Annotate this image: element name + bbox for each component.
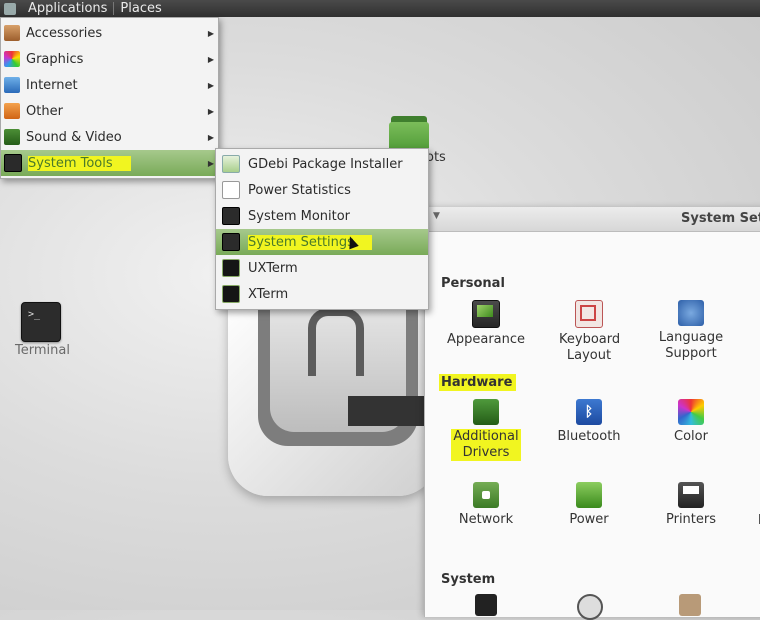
menu-item-power-statistics[interactable]: Power Statistics bbox=[216, 177, 428, 203]
network-icon bbox=[473, 482, 499, 508]
language-support-label: Language Support bbox=[658, 330, 724, 361]
menu-item-sound-video[interactable]: Sound & Video ▶ bbox=[1, 124, 218, 150]
section-personal: Personal bbox=[441, 276, 505, 291]
box-icon[interactable] bbox=[679, 594, 701, 616]
color-item[interactable]: Color bbox=[641, 399, 741, 445]
uxterm-icon bbox=[222, 259, 240, 277]
keyboard-layout-label: Keyboard Layout bbox=[559, 332, 621, 363]
appearance-icon bbox=[472, 300, 500, 328]
submenu-arrow-icon: ▶ bbox=[207, 158, 214, 168]
graphics-icon bbox=[4, 51, 20, 67]
folder-icon[interactable] bbox=[389, 112, 429, 152]
menu-item-label: XTerm bbox=[248, 286, 289, 302]
menu-item-label: Accessories bbox=[26, 25, 103, 41]
submenu-arrow-icon: ▶ bbox=[207, 54, 214, 64]
submenu-arrow-icon: ▶ bbox=[207, 132, 214, 142]
system-settings-window: ▼ System Set Personal Appearance Keyboar… bbox=[424, 207, 760, 620]
printers-item[interactable]: Printers bbox=[641, 482, 741, 528]
section-system: System bbox=[441, 572, 496, 587]
additional-drivers-item[interactable]: Additional Drivers bbox=[436, 399, 536, 461]
settings-body: Personal Appearance Keyboard Layout Lang… bbox=[425, 232, 760, 620]
clock-icon[interactable] bbox=[577, 594, 603, 620]
top-panel: Applications Places bbox=[0, 0, 760, 17]
color-icon bbox=[678, 399, 704, 425]
applications-menu: Accessories ▶ Graphics ▶ Internet ▶ Othe… bbox=[0, 17, 219, 179]
mint-logo bbox=[228, 296, 438, 496]
xterm-icon bbox=[222, 285, 240, 303]
keyboard-layout-item[interactable]: Keyboard Layout bbox=[539, 300, 639, 364]
submenu-arrow-icon: ▶ bbox=[207, 28, 214, 38]
applications-menu-icon[interactable] bbox=[4, 2, 16, 15]
printers-icon bbox=[678, 482, 704, 508]
network-label: Network bbox=[458, 512, 514, 527]
menu-item-graphics[interactable]: Graphics ▶ bbox=[1, 46, 218, 72]
menu-item-label: Power Statistics bbox=[248, 182, 351, 198]
places-menu-button[interactable]: Places bbox=[114, 1, 167, 16]
menu-item-uxterm[interactable]: UXTerm bbox=[216, 255, 428, 281]
power-icon bbox=[576, 482, 602, 508]
internet-icon bbox=[4, 77, 20, 93]
terminal-label[interactable]: Terminal bbox=[15, 343, 70, 358]
section-hardware: Hardware bbox=[439, 374, 517, 391]
menu-item-label: GDebi Package Installer bbox=[248, 156, 403, 172]
bluetooth-label: Bluetooth bbox=[557, 429, 621, 444]
system-monitor-icon bbox=[222, 207, 240, 225]
menu-item-label: System Monitor bbox=[248, 208, 351, 224]
power-statistics-icon bbox=[222, 181, 240, 199]
gdebi-icon bbox=[222, 155, 240, 173]
accessories-icon bbox=[4, 25, 20, 41]
additional-drivers-icon bbox=[473, 399, 499, 425]
sound-video-icon bbox=[4, 129, 20, 145]
menu-item-system-settings[interactable]: System Settings bbox=[216, 229, 428, 255]
menu-item-internet[interactable]: Internet ▶ bbox=[1, 72, 218, 98]
additional-drivers-label: Additional Drivers bbox=[451, 429, 521, 461]
appearance-label: Appearance bbox=[446, 332, 526, 347]
submenu-arrow-icon: ▶ bbox=[207, 106, 214, 116]
system-tools-submenu: GDebi Package Installer Power Statistics… bbox=[215, 148, 429, 310]
power-label: Power bbox=[569, 512, 609, 527]
appearance-item[interactable]: Appearance bbox=[436, 300, 536, 348]
power-item[interactable]: Power bbox=[539, 482, 639, 528]
window-menu-arrow-icon[interactable]: ▼ bbox=[433, 211, 440, 221]
menu-item-system-monitor[interactable]: System Monitor bbox=[216, 203, 428, 229]
menu-item-xterm[interactable]: XTerm bbox=[216, 281, 428, 307]
keyboard-layout-icon bbox=[575, 300, 603, 328]
menu-item-system-tools[interactable]: System Tools ▶ bbox=[1, 150, 218, 176]
window-titlebar[interactable]: ▼ System Set bbox=[425, 207, 760, 232]
terminal-icon[interactable]: >_ bbox=[21, 302, 61, 342]
menu-item-label: Internet bbox=[26, 77, 78, 93]
color-label: Color bbox=[674, 429, 708, 444]
language-support-icon bbox=[678, 300, 704, 326]
language-support-item[interactable]: Language Support bbox=[641, 300, 741, 362]
bluetooth-item[interactable]: ᛒ Bluetooth bbox=[539, 399, 639, 445]
terminal-prompt-glyph: >_ bbox=[28, 309, 41, 320]
printers-label: Printers bbox=[665, 512, 717, 527]
menu-item-label: Graphics bbox=[26, 51, 84, 67]
window-title: System Set bbox=[681, 211, 760, 226]
menu-item-other[interactable]: Other ▶ bbox=[1, 98, 218, 124]
menu-item-gdebi[interactable]: GDebi Package Installer bbox=[216, 151, 428, 177]
menu-item-label: Other bbox=[26, 103, 63, 119]
menu-item-label: Sound & Video bbox=[26, 129, 122, 145]
menu-item-accessories[interactable]: Accessories ▶ bbox=[1, 20, 218, 46]
menu-item-label: UXTerm bbox=[248, 260, 298, 276]
other-icon bbox=[4, 103, 20, 119]
network-item[interactable]: Network bbox=[436, 482, 536, 528]
submenu-arrow-icon: ▶ bbox=[207, 80, 214, 90]
menu-item-label: System Tools bbox=[28, 155, 131, 171]
system-settings-icon bbox=[222, 233, 240, 251]
system-item-partial-icon[interactable] bbox=[475, 594, 497, 616]
bluetooth-icon: ᛒ bbox=[576, 399, 602, 425]
applications-menu-button[interactable]: Applications bbox=[22, 1, 113, 16]
system-tools-icon bbox=[4, 154, 22, 172]
